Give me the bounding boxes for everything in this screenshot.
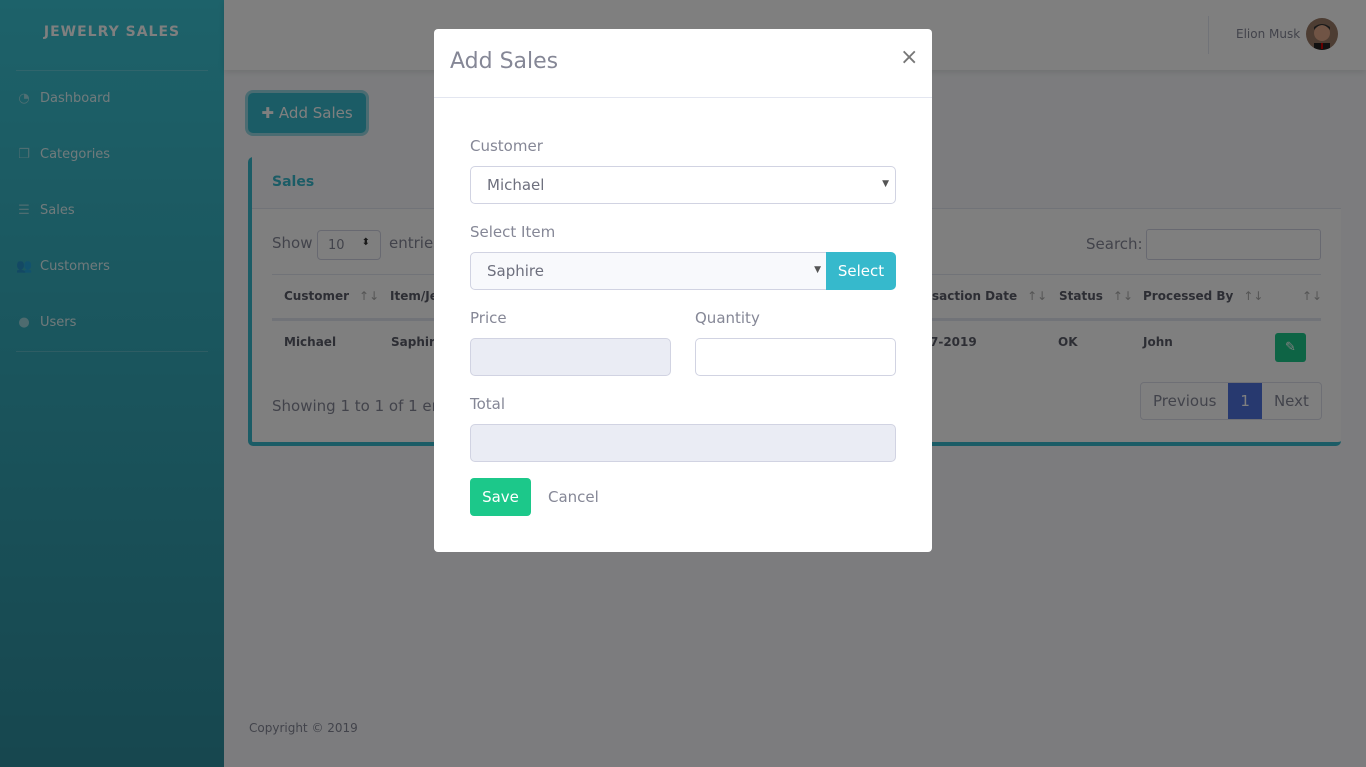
total-label: Total xyxy=(470,395,506,413)
caret-down-icon: ▼ xyxy=(882,179,889,189)
save-button[interactable]: Save xyxy=(470,478,531,516)
add-sales-modal: Add Sales × Customer Michael ▼ Select Ite… xyxy=(434,29,932,552)
caret-down-icon: ▼ xyxy=(814,265,821,275)
divider xyxy=(434,97,932,98)
customer-label: Customer xyxy=(470,137,543,155)
quantity-label: Quantity xyxy=(695,309,760,327)
cancel-button[interactable]: Cancel xyxy=(548,488,599,506)
item-label: Select Item xyxy=(470,223,556,241)
quantity-input[interactable] xyxy=(695,338,896,376)
customer-select[interactable]: Michael ▼ xyxy=(470,166,896,204)
price-label: Price xyxy=(470,309,507,327)
price-input[interactable] xyxy=(470,338,671,376)
close-icon[interactable]: × xyxy=(900,45,918,70)
total-input[interactable] xyxy=(470,424,896,462)
select-button[interactable]: Select xyxy=(826,252,896,290)
modal-title: Add Sales xyxy=(450,49,559,74)
value: Michael xyxy=(487,176,545,194)
item-select[interactable]: Saphire ▼ xyxy=(470,252,828,290)
value: Saphire xyxy=(487,262,544,280)
